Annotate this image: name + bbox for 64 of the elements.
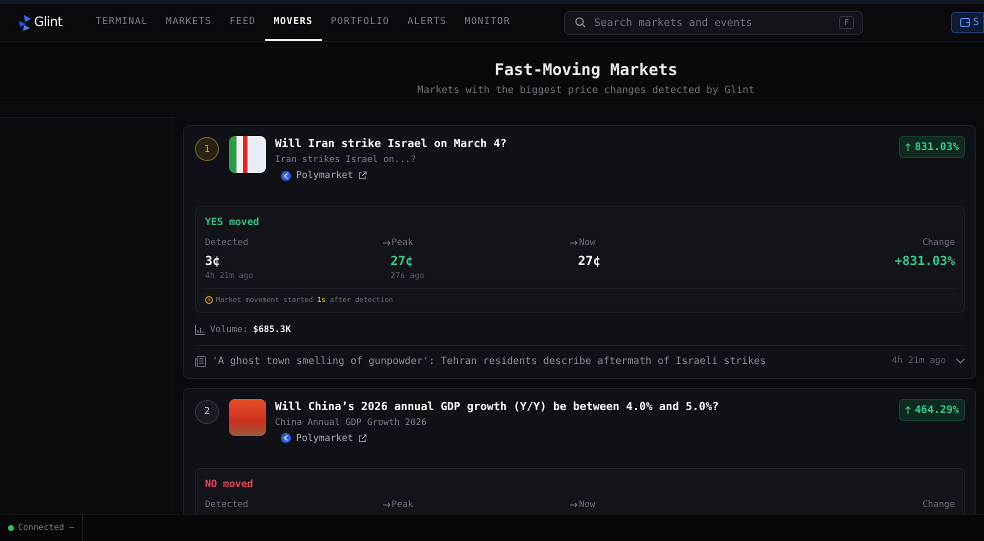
stat-label: Detected (205, 500, 248, 510)
logo-text: Glint (34, 15, 62, 30)
photo-placeholder (229, 398, 266, 436)
market-subtitle: Iran strikes Israel on...? (275, 155, 417, 165)
wallet-button[interactable]: S (950, 12, 984, 33)
news-time: 4h 21m ago (892, 356, 946, 366)
search-icon (575, 17, 586, 28)
page-title: Fast-Moving Markets (494, 60, 678, 78)
newspaper-icon (195, 356, 206, 366)
photo-placeholder (229, 136, 266, 173)
bar-chart-icon (195, 324, 205, 334)
arrow-icon (382, 502, 390, 508)
news-headline: 'A ghost town smelling of gunpowder': Tehran residents describe aftermath of Israeli strikes (212, 356, 767, 366)
clock-icon (205, 296, 213, 304)
stat-value: 27¢ (390, 252, 414, 268)
volume-value: $685.3K (252, 324, 291, 334)
stat-label: Detected (205, 238, 248, 248)
arrow-icon (382, 240, 390, 246)
news-row[interactable]: 'A ghost town smelling of gunpowder': Tehran residents describe aftermath of Israeli strikes 4h 21m ago (195, 346, 965, 378)
chevron-icon[interactable] (956, 358, 965, 364)
stat-label: Now (579, 500, 596, 510)
nav-tab[interactable]: MONITOR (456, 4, 520, 41)
nav-tab[interactable]: MARKETS (156, 4, 221, 41)
stat-value: 3¢ (205, 252, 222, 268)
source-link[interactable]: Polymarket (281, 432, 368, 444)
wallet-icon (960, 18, 970, 27)
page-subtitle: Markets with the biggest price changes detected by Glint (417, 84, 755, 96)
external-link-icon (358, 171, 368, 180)
shortcut-key: F (839, 16, 854, 29)
volume-label: Volume: (210, 324, 248, 334)
up-arrow-icon (904, 406, 911, 414)
nav-tab[interactable]: TERMINAL (86, 4, 157, 41)
change-badge: 831.03% (898, 136, 965, 158)
source-logo-icon (281, 170, 291, 180)
stat-time: 27s ago (390, 270, 426, 280)
arrow-icon (570, 502, 578, 508)
external-link-icon (358, 434, 368, 442)
moved-outcome: YES moved (205, 216, 260, 228)
arrow-icon (570, 240, 578, 246)
search-input[interactable]: Search markets and events (592, 16, 834, 30)
logo-icon (18, 14, 32, 30)
change-badge: 464.29% (898, 398, 965, 420)
source-logo-icon (281, 433, 291, 443)
market-title[interactable]: Will China’s 2026 annual GDP growth (Y/Y) be between 4.0% and 5.0%? (275, 400, 899, 412)
nav-tab[interactable]: FEED (220, 4, 265, 41)
connection-status: Connected – (18, 515, 84, 541)
stat-label: Peak (392, 500, 414, 510)
stat-label: Peak (392, 238, 414, 248)
rank-badge: 2 (195, 400, 219, 424)
nav-tab[interactable]: ALERTS (398, 4, 456, 41)
market-subtitle: China Annual GDP Growth 2026 (275, 418, 428, 428)
source-link[interactable]: Polymarket (281, 170, 368, 181)
nav-tab[interactable]: PORTFOLIO (322, 4, 398, 41)
up-arrow-icon (904, 143, 911, 151)
stat-label: Change (922, 238, 955, 248)
stat-time: 4h 21m ago (205, 270, 254, 280)
stat-label: Now (579, 238, 596, 248)
moved-outcome: NO moved (205, 479, 254, 490)
search-field[interactable]: Search markets and events F (564, 10, 863, 34)
stat-value: 27¢ (578, 252, 602, 268)
stat-value: +831.03% (894, 252, 955, 268)
market-title[interactable]: Will Iran strike Israel on March 4? (275, 137, 899, 150)
stat-label: Change (922, 500, 955, 510)
rank-badge: 1 (195, 137, 219, 161)
